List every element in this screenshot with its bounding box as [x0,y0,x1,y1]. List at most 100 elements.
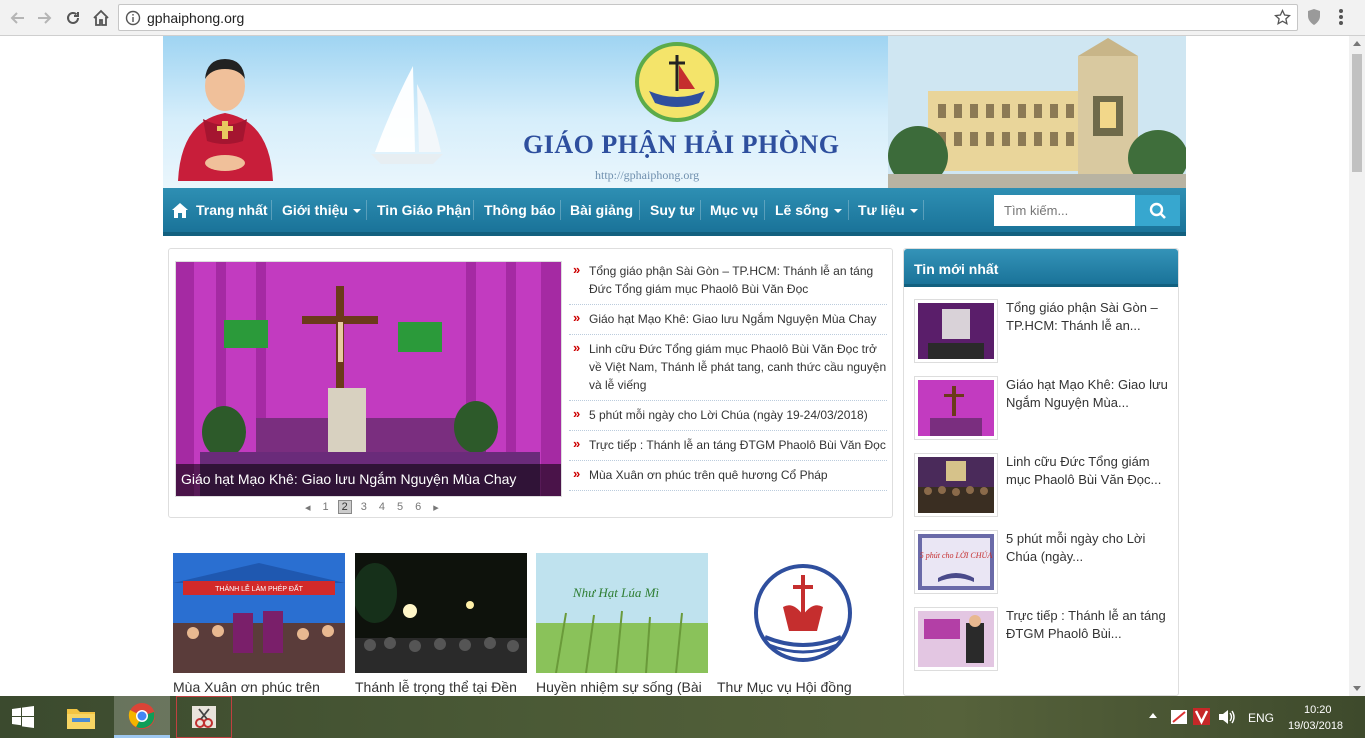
thumb-card[interactable]: Thánh lễ trọng thể tại Đền [355,553,527,695]
list-item[interactable]: 5 phút cho LỜI CHÚA 5 phút mỗi ngày cho … [914,530,1174,600]
sailboat-image [371,66,443,164]
sidebar-title: Tin mới nhất [904,249,1178,287]
nav-item-about[interactable]: Giới thiệu [282,188,361,232]
chrome-taskbar-button[interactable] [114,696,170,738]
thumb-title[interactable]: Huyền nhiệm sự sống (Bài [536,679,708,695]
clock-date[interactable]: 19/03/2018 [1288,720,1343,732]
pager-page-1[interactable]: 1 [323,501,329,513]
scrollbar-thumb[interactable] [1352,54,1362,172]
list-item[interactable]: » Trực tiếp : Thánh lễ an táng ĐTGM Phaol… [569,431,887,461]
browser-toolbar: gphaiphong.org [0,0,1365,36]
clock-time[interactable]: 10:20 [1304,704,1332,716]
double-chevron-icon: » [573,406,581,421]
nav-item-resources[interactable]: Tư liệu [858,188,918,232]
url-text: gphaiphong.org [147,10,245,26]
search-input[interactable] [994,195,1135,226]
nav-separator [366,200,367,220]
nav-separator [764,200,765,220]
sidebar-thumb[interactable] [914,607,998,671]
pager-page-3[interactable]: 3 [361,501,367,513]
pager-page-2[interactable]: 2 [337,500,352,514]
sidebar-item-title[interactable]: Tổng giáo phận Sài Gòn – TP.HCM: Thánh l… [1006,299,1174,335]
sidebar-thumb[interactable] [914,299,998,363]
bookmark-star-icon[interactable] [1274,9,1291,26]
pager-page-5[interactable]: 5 [397,501,403,513]
thumb-title[interactable]: Thư Mục vụ Hội đồng [717,679,889,695]
file-explorer-button[interactable] [58,696,104,738]
back-button[interactable] [6,6,30,30]
church-congregation-thumb [918,457,994,513]
speaker-icon[interactable] [1218,709,1236,725]
featured-slide[interactable]: Giáo hạt Mạo Khê: Giao lưu Ngắm Nguyện M… [175,261,562,497]
slide-caption[interactable]: Giáo hạt Mạo Khê: Giao lưu Ngắm Nguyện M… [176,464,561,496]
thumb-card[interactable]: Thư Mục vụ Hội đồng [717,553,889,695]
news-title: Tổng giáo phận Sài Gòn – TP.HCM: Thánh l… [589,264,874,296]
sidebar-thumb[interactable] [914,453,998,517]
thumb-title[interactable]: Mùa Xuân ơn phúc trên [173,679,345,695]
address-bar[interactable]: gphaiphong.org [118,4,1298,31]
nav-item-home[interactable]: Trang nhất [172,188,268,232]
nav-separator [923,200,924,220]
forward-button[interactable] [32,6,56,30]
nav-item-reflections[interactable]: Suy tư [650,188,694,232]
page-scrollbar[interactable] [1349,36,1365,696]
nav-separator [700,200,701,220]
thumb-card[interactable]: Như Hạt Lúa Mì Huyền nhiệm sự sống (Bài [536,553,708,695]
list-item[interactable]: Giáo hạt Mạo Khê: Giao lưu Ngắm Nguyện M… [914,376,1174,446]
nav-label-homilies: Bài giảng [570,202,634,218]
list-item[interactable]: Trực tiếp : Thánh lễ an táng ĐTGM Phaolô… [914,607,1174,677]
sidebar-item-title[interactable]: Trực tiếp : Thánh lễ an táng ĐTGM Phaolô… [1006,607,1174,643]
sidebar-item-title[interactable]: Linh cữu Đức Tổng giám mục Phaolô Bùi Vă… [1006,453,1174,489]
pager-page-6[interactable]: 6 [415,501,421,513]
nav-item-announcements[interactable]: Thông báo [484,188,556,232]
nav-item-ministry[interactable]: Mục vụ [710,188,758,232]
antivirus-icon[interactable] [1193,708,1210,725]
site-banner[interactable]: GIÁO PHẬN HẢI PHÒNG http://gphaiphong.or… [163,36,1186,188]
search-icon [1149,202,1166,219]
thumb-image[interactable]: Như Hạt Lúa Mì [536,553,708,673]
thumb-title[interactable]: Thánh lễ trọng thể tại Đền [355,679,527,695]
tray-expand-icon[interactable] [1149,713,1157,718]
snipping-tool-button[interactable] [176,696,232,738]
info-icon[interactable] [125,10,141,26]
shield-extension-icon[interactable] [1306,8,1322,26]
list-item[interactable]: Linh cữu Đức Tổng giám mục Phaolô Bùi Vă… [914,453,1174,523]
nav-item-homilies[interactable]: Bài giảng [570,188,633,232]
sidebar-item-title[interactable]: 5 phút mỗi ngày cho Lời Chúa (ngày... [1006,530,1174,566]
list-item[interactable]: » Tổng giáo phận Sài Gòn – TP.HCM: Thánh … [569,257,887,305]
thumb-image[interactable]: THÁNH LỄ LÀM PHÉP ĐẤT [173,553,345,673]
latest-news-sidebar: Tin mới nhất Tổng giáo phận Sài Gòn – TP… [903,248,1179,696]
altar-photo-image [176,262,561,496]
funeral-mass-thumb [918,303,994,359]
scroll-up-icon[interactable] [1353,41,1361,46]
nav-label-announcements: Thông báo [484,202,556,218]
network-warning-icon[interactable] [1170,709,1188,725]
reload-button[interactable] [61,6,85,30]
list-item[interactable]: » 5 phút mỗi ngày cho Lời Chúa (ngày 19-2… [569,401,887,431]
nav-item-way-of-life[interactable]: Lẽ sống [775,188,842,232]
thumb-card[interactable]: THÁNH LỄ LÀM PHÉP ĐẤT Mùa Xuân ơn phúc t… [173,553,345,695]
nav-item-diocese-news[interactable]: Tin Giáo Phận [377,188,471,232]
start-button[interactable] [0,696,46,738]
thumb-image[interactable] [717,553,889,673]
featured-news-box: Giáo hạt Mạo Khê: Giao lưu Ngắm Nguyện M… [168,248,893,518]
list-item[interactable]: Tổng giáo phận Sài Gòn – TP.HCM: Thánh l… [914,299,1174,369]
input-language[interactable]: ENG [1248,711,1274,725]
next-arrow-icon[interactable]: ▸ [433,501,439,514]
home-button[interactable] [89,6,113,30]
menu-dots-icon[interactable] [1338,7,1344,27]
nav-label-way-of-life: Lẽ sống [775,202,829,218]
thumb-image[interactable] [355,553,527,673]
sidebar-thumb[interactable] [914,376,998,440]
search-button[interactable] [1135,195,1180,226]
home-icon [172,202,188,218]
banner-site-url: http://gphaiphong.org [595,168,700,182]
list-item[interactable]: » Giáo hạt Mạo Khê: Giao lưu Ngắm Nguyện … [569,305,887,335]
sidebar-thumb[interactable]: 5 phút cho LỜI CHÚA [914,530,998,594]
list-item[interactable]: » Mùa Xuân ơn phúc trên quê hương Cổ Pháp [569,461,887,491]
pager-page-4[interactable]: 4 [379,501,385,513]
sidebar-item-title[interactable]: Giáo hạt Mạo Khê: Giao lưu Ngắm Nguyện M… [1006,376,1174,412]
scroll-down-icon[interactable] [1353,686,1361,691]
prev-arrow-icon[interactable]: ◂ [305,501,311,514]
list-item[interactable]: » Linh cữu Đức Tổng giám mục Phaolô Bùi V… [569,335,887,401]
